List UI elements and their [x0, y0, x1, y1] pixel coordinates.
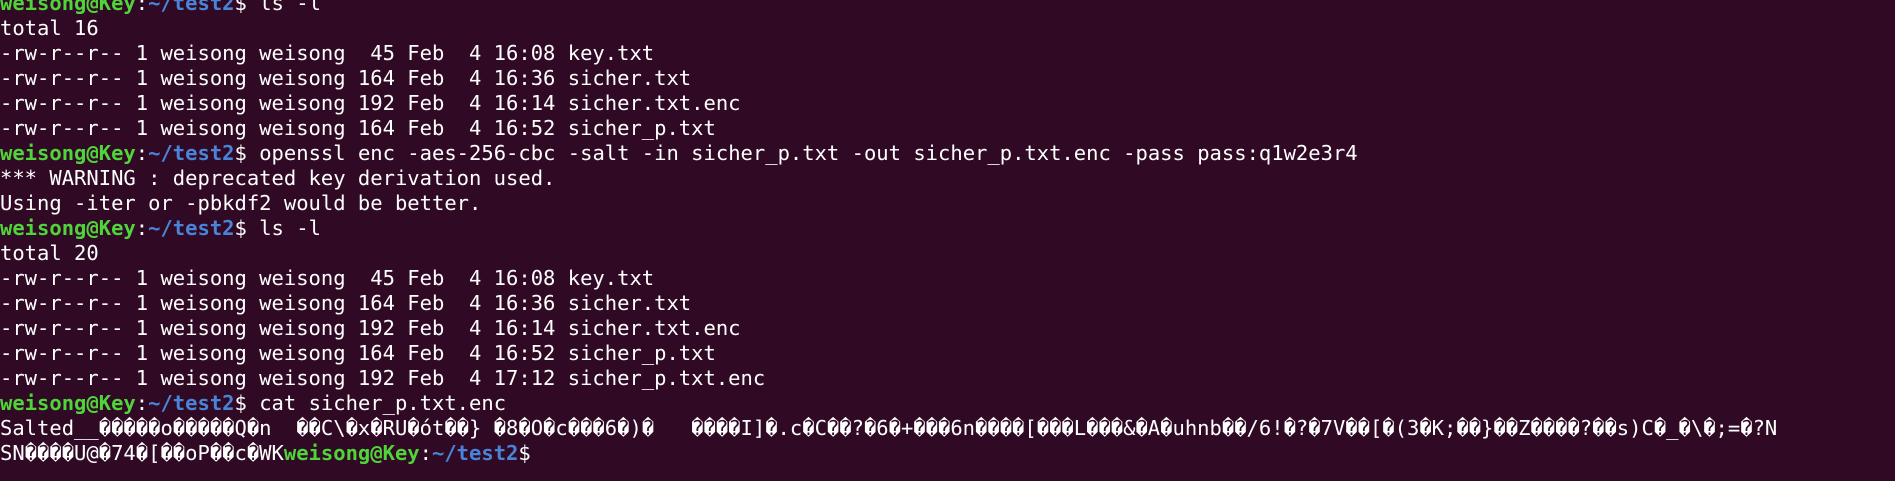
output-line: -rw-r--r-- 1 weisong weisong 192 Feb 4 1… [0, 366, 1895, 391]
prompt-dollar: $ [518, 441, 544, 465]
output-line: total 20 [0, 241, 1895, 266]
prompt-path: ~/test2 [148, 216, 235, 240]
output-text: -rw-r--r-- 1 weisong weisong 45 Feb 4 16… [0, 266, 655, 290]
output-line: -rw-r--r-- 1 weisong weisong 164 Feb 4 1… [0, 291, 1895, 316]
prompt-user-host: weisong@Key [0, 141, 136, 165]
output-text: total 20 [0, 241, 99, 265]
output-text: -rw-r--r-- 1 weisong weisong 164 Feb 4 1… [0, 66, 692, 90]
prompt-dollar: $ [234, 216, 260, 240]
prompt-dollar: $ [234, 391, 260, 415]
prompt-path: ~/test2 [431, 441, 519, 465]
prompt-colon: : [135, 391, 149, 415]
output-line: -rw-r--r-- 1 weisong weisong 164 Feb 4 1… [0, 116, 1895, 141]
output-line: -rw-r--r-- 1 weisong weisong 164 Feb 4 1… [0, 66, 1895, 91]
output-text: -rw-r--r-- 1 weisong weisong 164 Feb 4 1… [0, 116, 716, 140]
output-line: Salted__�����o�����Q�n ��C\�x�RU�ót��} �… [0, 416, 1895, 441]
prompt-dollar: $ [234, 141, 260, 165]
output-line: -rw-r--r-- 1 weisong weisong 164 Feb 4 1… [0, 341, 1895, 366]
prompt-line: weisong@Key:~/test2$ ls -l [0, 0, 1895, 16]
output-text: -rw-r--r-- 1 weisong weisong 45 Feb 4 16… [0, 41, 655, 65]
command-text: ls -l [259, 0, 321, 15]
prompt-colon: : [135, 141, 149, 165]
prompt-colon: : [419, 441, 432, 465]
prompt-path: ~/test2 [148, 391, 235, 415]
prompt-colon: : [135, 0, 149, 15]
output-text: -rw-r--r-- 1 weisong weisong 192 Feb 4 1… [0, 366, 766, 390]
output-line: Using -iter or -pbkdf2 would be better. [0, 191, 1895, 216]
output-line: *** WARNING : deprecated key derivation … [0, 166, 1895, 191]
output-text: -rw-r--r-- 1 weisong weisong 164 Feb 4 1… [0, 341, 716, 365]
output-line: -rw-r--r-- 1 weisong weisong 45 Feb 4 16… [0, 266, 1895, 291]
prompt-user-host: weisong@Key [283, 441, 420, 465]
terminal-window[interactable]: weisong@Key:~/test2$ ls -l total 16 -rw-r-… [0, 0, 1895, 472]
output-text: Using -iter or -pbkdf2 would be better. [0, 191, 482, 215]
prompt-line: weisong@Key:~/test2$ openssl enc -aes-25… [0, 141, 1895, 166]
prompt-line: weisong@Key:~/test2$ ls -l [0, 216, 1895, 241]
prompt-path: ~/test2 [148, 0, 235, 15]
binary-output-tail: SN����U@�74�[��oP��c�WK [0, 441, 284, 465]
output-text: total 16 [0, 16, 99, 40]
prompt-dollar: $ [234, 0, 260, 15]
command-text: ls -l [259, 216, 321, 240]
prompt-user-host: weisong@Key [0, 0, 136, 15]
command-text: openssl enc -aes-256-cbc -salt -in siche… [259, 141, 1358, 165]
command-text: cat sicher_p.txt.enc [259, 391, 507, 415]
prompt-colon: : [135, 216, 149, 240]
output-line: total 16 [0, 16, 1895, 41]
prompt-user-host: weisong@Key [0, 391, 136, 415]
output-line: -rw-r--r-- 1 weisong weisong 192 Feb 4 1… [0, 91, 1895, 116]
output-text: Salted__�����o�����Q�n ��C\�x�RU�ót��} �… [0, 416, 1778, 440]
output-text: -rw-r--r-- 1 weisong weisong 192 Feb 4 1… [0, 316, 741, 340]
prompt-user-host: weisong@Key [0, 216, 136, 240]
output-line: -rw-r--r-- 1 weisong weisong 192 Feb 4 1… [0, 316, 1895, 341]
output-text: -rw-r--r-- 1 weisong weisong 164 Feb 4 1… [0, 291, 692, 315]
prompt-path: ~/test2 [148, 141, 235, 165]
prompt-line-current: SN����U@�74�[��oP��c�WKweisong@Key:~/tes… [0, 441, 1895, 466]
output-line: -rw-r--r-- 1 weisong weisong 45 Feb 4 16… [0, 41, 1895, 66]
output-text: *** WARNING : deprecated key derivation … [0, 166, 556, 190]
output-text: -rw-r--r-- 1 weisong weisong 192 Feb 4 1… [0, 91, 741, 115]
prompt-line: weisong@Key:~/test2$ cat sicher_p.txt.en… [0, 391, 1895, 416]
